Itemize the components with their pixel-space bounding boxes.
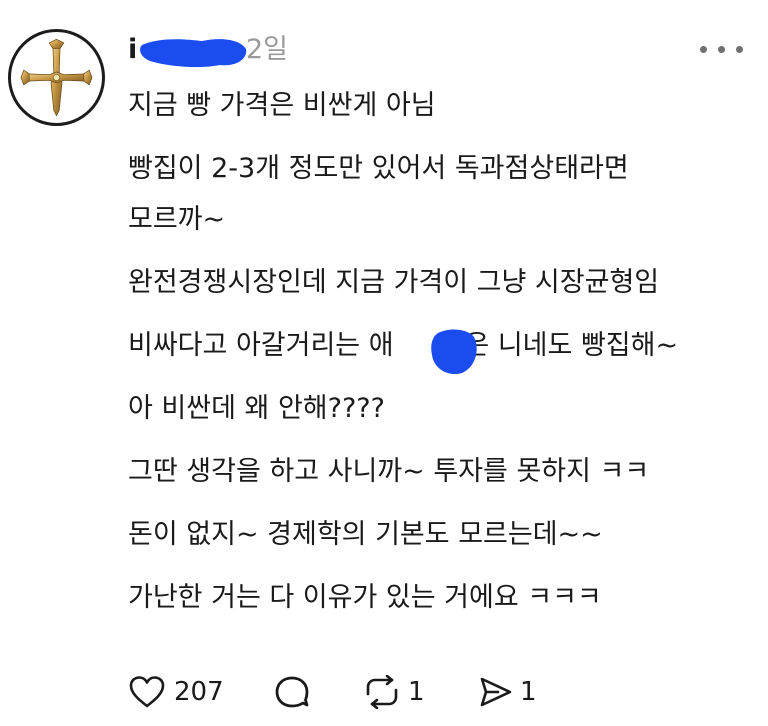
more-dot [736,46,743,53]
more-options-button[interactable] [698,40,748,60]
post-card: i 2일 지금 빵 가격은 비싼게 아님 빵집이 2-3개 정도만 있어서 독과… [0,0,768,726]
text-line: 아 비싼데 왜 안해???? [128,393,385,424]
send-icon [480,677,512,707]
avatar[interactable] [8,29,105,126]
repost-count: 1 [408,677,425,707]
heart-icon [129,676,165,708]
redaction-mark [140,39,247,68]
post-paragraph: 돈이 없지~ 경제학의 기본도 모르는데~~ [128,509,748,560]
more-dot [718,46,725,53]
comment-bubble-icon [275,676,309,708]
username[interactable]: i [128,30,138,70]
like-count: 207 [174,677,224,707]
post-paragraph: 빵집이 2-3개 정도만 있어서 독과점상태라면 모르까~ [128,143,748,245]
text-line: 가난한 거는 다 이유가 있는 거에요 ㅋㅋㅋ [128,582,602,613]
text-line: 모르까~ [128,204,226,235]
text-line: 그딴 생각을 하고 사니까~ 투자를 못하지 ㅋㅋ [128,456,650,487]
post-paragraph: 그딴 생각을 하고 사니까~ 투자를 못하지 ㅋㅋ [128,446,748,497]
redaction-mark [431,329,477,375]
text-line: 빵집이 2-3개 정도만 있어서 독과점상태라면 [128,153,629,184]
post-header: i 2일 [128,30,728,70]
post-paragraph: 아 비싼데 왜 안해???? [128,383,748,434]
text-fragment: 비싸다고 아갈거리는 애 [128,330,394,361]
post-paragraph: 가난한 거는 다 이유가 있는 거에요 ㅋㅋㅋ [128,572,748,623]
post-time: 2일 [246,34,289,65]
action-bar: 207 1 1 [128,666,748,718]
text-line: 돈이 없지~ 경제학의 기본도 모르는데~~ [128,519,603,550]
post-paragraph: 지금 빵 가격은 비싼게 아님 [128,80,748,131]
more-dots-icon [700,46,707,53]
share-count: 1 [520,677,537,707]
text-line: 지금 빵 가격은 비싼게 아님 [128,90,436,121]
post-paragraph: 완전경쟁시장인데 지금 가격이 그냥 시장균형임 [128,257,748,308]
text-line: 완전경쟁시장인데 지금 가격이 그냥 시장균형임 [128,267,660,298]
repost-icon [366,675,398,709]
golden-cross-icon [20,38,93,117]
